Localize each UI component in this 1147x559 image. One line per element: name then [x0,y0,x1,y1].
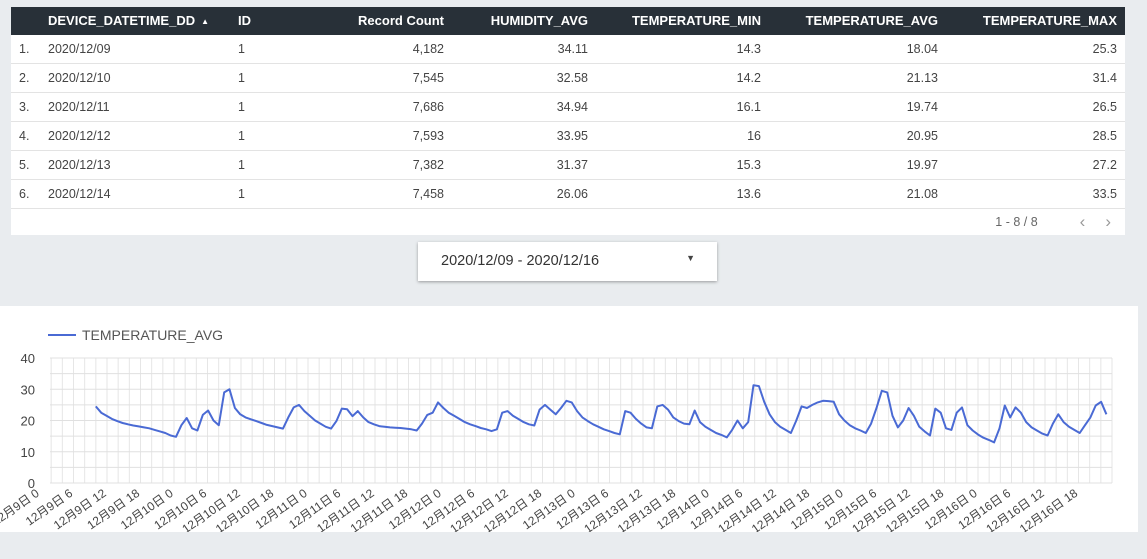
cell-index: 2. [19,71,30,85]
cell-tavg: 21.08 [906,187,938,201]
pagination-range: 1 - 8 / 8 [995,215,1038,229]
cell-tmin: 14.2 [736,71,761,85]
x-axis: 12月9日 012月9日 612月9日 1212月9日 1812月10日 012… [0,486,1080,532]
series-line-temperature-avg[interactable] [95,384,1108,444]
cell-id: 1 [238,100,245,114]
cell-tmin: 15.3 [736,158,761,172]
data-table: DEVICE_DATETIME_DD ▲ ID Record Count HUMI… [11,7,1125,235]
y-axis: 010203040 [21,351,35,491]
cell-tmax: 33.5 [1092,187,1117,201]
table-row[interactable]: 6. 2020/12/14 1 7,458 26.06 13.6 21.08 33.5 [11,180,1125,209]
cell-humidity: 34.11 [557,42,588,56]
table-row[interactable]: 3. 2020/12/11 1 7,686 34.94 16.1 19.74 26.5 [11,93,1125,122]
chart-canvas: 010203040 12月9日 012月9日 612月9日 1212月9日 18… [0,327,1113,532]
cell-tmin: 14.3 [736,42,761,56]
column-header-temperature-min[interactable]: TEMPERATURE_MIN [611,7,761,35]
cell-tmax: 28.5 [1092,129,1117,143]
date-range-selector[interactable]: 2020/12/09 - 2020/12/16 ▼ [418,242,717,281]
cell-tmax: 26.5 [1092,100,1117,114]
cell-tmin: 16.1 [736,100,761,114]
time-series-chart: 0 10 20 30 40 12月9日 0 12月9日 6 12月9日 12 12月9日 18… [0,306,1138,532]
column-header-device-datetime[interactable]: DEVICE_DATETIME_DD ▲ [48,7,209,35]
cell-tmin: 16 [747,129,761,143]
series-layer [95,384,1108,444]
column-header-temperature-avg[interactable]: TEMPERATURE_AVG [781,7,938,35]
cell-humidity: 33.95 [556,129,588,143]
column-header-id[interactable]: ID [238,7,251,35]
cell-index: 4. [19,129,30,143]
table-row[interactable]: 2. 2020/12/10 1 7,545 32.58 14.2 21.13 31.4 [11,64,1125,93]
cell-date: 2020/12/09 [48,42,111,56]
cell-humidity: 34.94 [556,100,588,114]
table-row[interactable]: 1. 2020/12/09 1 4,182 34.11 14.3 18.04 25.3 [11,35,1125,64]
cell-tmax: 27.2 [1092,158,1117,172]
cell-date: 2020/12/10 [48,71,111,85]
cell-date: 2020/12/12 [48,129,111,143]
cell-count: 7,458 [412,187,444,201]
cell-tavg: 19.74 [906,100,938,114]
pagination: 1 - 8 / 8 ‹ › [995,213,1111,231]
y-tick-label: 30 [21,382,35,397]
caret-down-icon: ▼ [686,253,695,263]
cell-tmax: 31.4 [1092,71,1117,85]
table-row[interactable]: 5. 2020/12/13 1 7,382 31.37 15.3 19.97 27.2 [11,151,1125,180]
chevron-right-icon[interactable]: › [1105,213,1111,231]
column-header-temperature-max[interactable]: TEMPERATURE_MAX [961,7,1117,35]
cell-count: 7,545 [412,71,444,85]
cell-id: 1 [238,129,245,143]
column-header-label: DEVICE_DATETIME_DD [48,13,196,28]
chevron-left-icon[interactable]: ‹ [1080,213,1086,231]
table-row[interactable]: 4. 2020/12/12 1 7,593 33.95 16 20.95 28.5 [11,122,1125,151]
cell-id: 1 [238,158,245,172]
cell-count: 7,382 [412,158,444,172]
column-header-humidity-avg[interactable]: HUMIDITY_AVG [451,7,588,35]
legend-label: TEMPERATURE_AVG [82,327,223,343]
cell-index: 5. [19,158,30,172]
sort-ascending-icon[interactable]: ▲ [201,17,209,26]
cell-id: 1 [238,187,245,201]
cell-humidity: 31.37 [556,158,588,172]
cell-count: 4,182 [412,42,444,56]
cell-tmin: 13.6 [736,187,761,201]
cell-count: 7,593 [412,129,444,143]
cell-count: 7,686 [412,100,444,114]
y-tick-label: 20 [21,414,35,429]
cell-id: 1 [238,42,245,56]
cell-tmax: 25.3 [1092,42,1117,56]
date-range-value: 2020/12/09 - 2020/12/16 [441,253,600,269]
cell-date: 2020/12/11 [48,100,110,114]
cell-humidity: 32.58 [556,71,588,85]
legend[interactable]: TEMPERATURE_AVG [48,327,223,343]
cell-tavg: 20.95 [906,129,938,143]
cell-index: 1. [19,42,30,56]
cell-tavg: 19.97 [906,158,938,172]
cell-id: 1 [238,71,245,85]
y-tick-label: 10 [21,445,35,460]
cell-tavg: 21.13 [906,71,938,85]
cell-date: 2020/12/14 [48,187,111,201]
y-tick-label: 40 [21,351,35,366]
cell-index: 3. [19,100,30,114]
table-header: DEVICE_DATETIME_DD ▲ ID Record Count HUMI… [11,7,1125,35]
grid-horizontal [50,357,1112,484]
cell-tavg: 18.04 [906,42,938,56]
cell-humidity: 26.06 [556,187,588,201]
cell-index: 6. [19,187,30,201]
column-header-record-count[interactable]: Record Count [341,7,444,35]
cell-date: 2020/12/13 [48,158,111,172]
